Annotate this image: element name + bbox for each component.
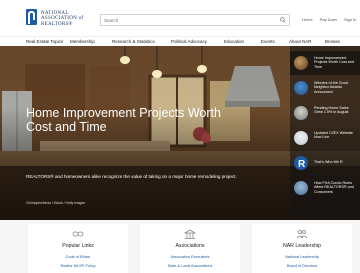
card-nar-leadership: NAR Leadership National Leadership Board… — [252, 224, 352, 273]
home-link[interactable]: Home — [302, 17, 313, 22]
sidebar-item-label: Updated C2EX Website Now Live — [314, 131, 353, 140]
card-title: Associations — [175, 243, 205, 249]
sidebar-item-label: Pending Home Sales Grew 1.5% in August — [314, 106, 349, 115]
utility-links: Home Pay Dues Sign In — [302, 17, 356, 22]
link-icon — [72, 231, 84, 237]
main-nav: Real Estate Topics Membership Research &… — [0, 36, 360, 46]
board-of-directors-link[interactable]: Board of Directors — [252, 264, 352, 268]
sidebar-item-pending-home-sales[interactable]: Pending Home Sales Grew 1.5% in August — [290, 101, 360, 125]
thumbnail-kitchen-icon — [294, 56, 308, 70]
logo-text[interactable]: NATIONAL ASSOCIATION of REALTORS® — [41, 11, 93, 27]
realtor-logo-icon[interactable] — [26, 9, 37, 25]
nav-about-nar[interactable]: About NAR — [289, 39, 325, 44]
nav-education[interactable]: Education — [224, 39, 261, 44]
search-input[interactable] — [104, 15, 274, 25]
nav-browse[interactable]: Browse — [325, 39, 340, 44]
search-box — [100, 14, 290, 26]
sidebar-item-label: How FHA Condo Rules Affect REALTORS® and… — [314, 181, 354, 194]
sign-in-link[interactable]: Sign In — [344, 17, 356, 22]
card-associations: Associations Association Executives Stat… — [140, 224, 240, 273]
thumbnail-website-icon — [294, 131, 308, 145]
page: NATIONAL ASSOCIATION of REALTORS® Home P… — [0, 0, 360, 273]
mls-policy-link[interactable]: Realtor MLS® Policy — [28, 264, 128, 268]
svg-text:R: R — [298, 159, 306, 170]
sidebar-item-fha-condo-rules[interactable]: How FHA Condo Rules Affect REALTORS® and… — [290, 176, 360, 200]
sidebar-item-c2ex-website[interactable]: Updated C2EX Website Now Live — [290, 126, 360, 150]
thumbnail-condo-icon — [294, 181, 308, 195]
sidebar-item-good-neighbor[interactable]: Winners of the Good Neighbor Awards Anno… — [290, 76, 360, 100]
sidebar-item-label: Home Improvement Projects Worth Cost and… — [314, 56, 354, 69]
association-executives-link[interactable]: Association Executives — [140, 255, 240, 259]
card-title: NAR Leadership — [282, 243, 322, 249]
logo-line-3: REALTORS® — [41, 21, 73, 27]
quick-links-section: Popular Links Code of Ethics Realtor MLS… — [0, 220, 360, 273]
search-icon[interactable] — [280, 17, 286, 23]
national-leadership-link[interactable]: National Leadership — [252, 255, 352, 259]
nav-events[interactable]: Events — [261, 39, 289, 44]
sidebar-item-label: Winners of the Good Neighbor Awards Anno… — [314, 81, 348, 94]
nav-membership[interactable]: Membership — [70, 39, 112, 44]
people-icon — [296, 229, 308, 239]
hero-photo-credit: Christopherkinda / iStock / Getty Images — [26, 201, 86, 205]
code-of-ethics-link[interactable]: Code of Ethics — [28, 255, 128, 259]
thumbnail-r-logo-icon: R — [294, 156, 308, 170]
sidebar-item-label: That's Who We R — [314, 160, 343, 164]
news-sidebar: Home Improvement Projects Worth Cost and… — [290, 46, 360, 220]
site-header: NATIONAL ASSOCIATION of REALTORS® Home P… — [0, 0, 360, 36]
nav-real-estate-topics[interactable]: Real Estate Topics — [26, 39, 70, 44]
state-local-associations-link[interactable]: State & Local Associations — [140, 264, 240, 268]
sidebar-item-thats-who-we-r[interactable]: R That's Who We R — [290, 151, 360, 175]
sidebar-item-home-improvement[interactable]: Home Improvement Projects Worth Cost and… — [290, 51, 360, 75]
card-popular-links: Popular Links Code of Ethics Realtor MLS… — [28, 224, 128, 273]
hero-title[interactable]: Home Improvement Projects Worth Cost and… — [26, 106, 246, 134]
nav-political-advocacy[interactable]: Political Advocacy — [171, 39, 224, 44]
card-title: Popular Links — [62, 243, 94, 249]
nav-research-statistics[interactable]: Research & Statistics — [112, 39, 171, 44]
hero-description: REALTORS® and homeowners alike recognize… — [26, 174, 237, 179]
thumbnail-house-icon — [294, 106, 308, 120]
pay-dues-link[interactable]: Pay Dues — [320, 17, 337, 22]
building-icon — [184, 229, 196, 239]
thumbnail-awards-icon — [294, 81, 308, 95]
